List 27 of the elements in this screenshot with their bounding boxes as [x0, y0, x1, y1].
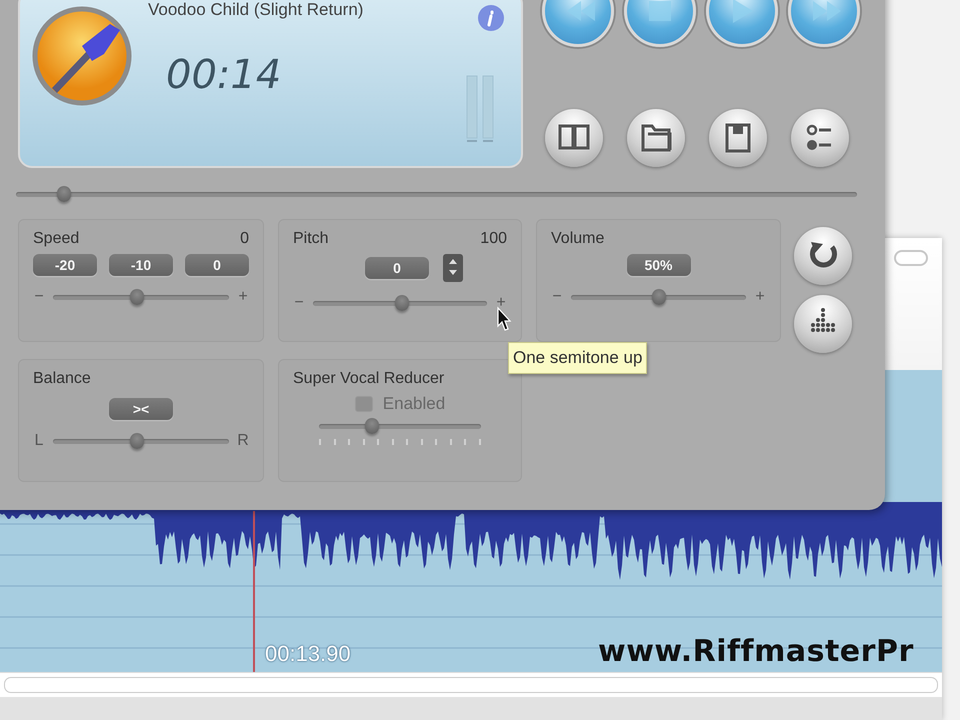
group-label: Super Vocal Reducer: [293, 370, 444, 388]
elapsed-time: 00:14: [166, 52, 282, 98]
group-label: Pitch: [293, 230, 329, 248]
website-caption: www.RiffmasterPr: [598, 634, 914, 669]
minus-label: −: [551, 288, 563, 306]
group-label: Balance: [33, 370, 91, 388]
group-value: 0: [240, 230, 249, 248]
minus-label: L: [34, 432, 44, 450]
minus-label: −: [33, 288, 45, 306]
plus-label: +: [237, 288, 249, 306]
checkbox-label: Enabled: [382, 394, 446, 414]
plus-label: R: [237, 432, 249, 450]
group-label: Speed: [33, 230, 80, 248]
pitch-field[interactable]: 0: [365, 257, 429, 279]
center-button[interactable]: ><: [109, 398, 173, 420]
group-value: 100: [480, 230, 507, 248]
minus-label: −: [293, 294, 305, 312]
tooltip: One semitone up: [508, 342, 648, 374]
plus-label: +: [495, 294, 507, 312]
preset-button[interactable]: 0: [185, 254, 249, 276]
playhead-time: 00:13.90: [265, 641, 351, 667]
group-label: Volume: [551, 230, 604, 248]
preset-button[interactable]: -10: [109, 254, 173, 276]
plus-label: +: [754, 288, 766, 306]
volume-field[interactable]: 50%: [626, 254, 690, 276]
track-title: Voodoo Child (Slight Return): [148, 0, 364, 20]
preset-button[interactable]: -20: [33, 254, 97, 276]
